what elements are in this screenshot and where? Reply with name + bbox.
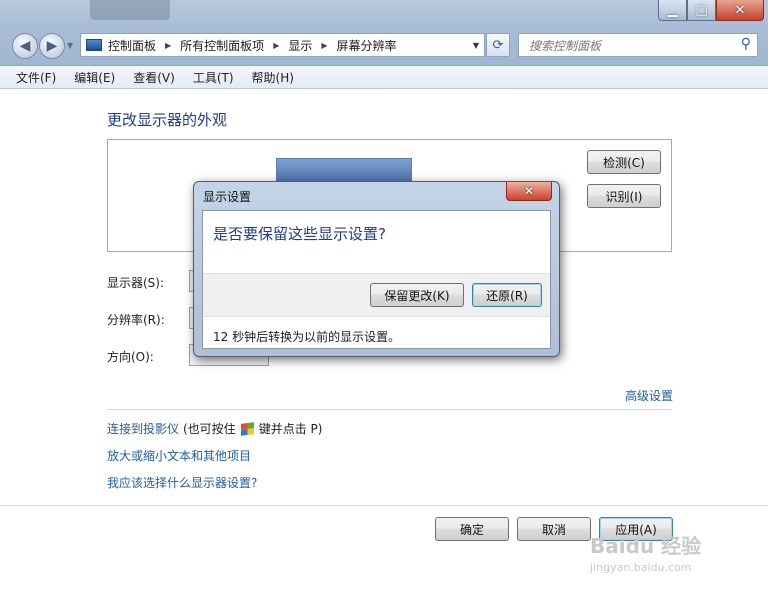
display-settings-dialog: 显示设置 ✕ 是否要保留这些显示设置? 保留更改(K) 还原(R) 12 秒钟后… <box>193 181 560 357</box>
page-title: 更改显示器的外观 <box>107 111 228 129</box>
caption-buttons: ▁ □ ✕ <box>658 0 764 21</box>
search-icon[interactable]: ⚲ <box>741 36 751 52</box>
dialog-close-button[interactable]: ✕ <box>506 182 552 201</box>
search-box[interactable]: ⚲ <box>518 33 758 57</box>
breadcrumb-all-items[interactable]: 所有控制面板项 <box>180 37 264 54</box>
control-panel-icon <box>86 39 102 51</box>
refresh-button[interactable]: ⟳ <box>486 33 510 57</box>
address-bar[interactable]: 控制面板 ▶ 所有控制面板项 ▶ 显示 ▶ 屏幕分辨率 ▼ <box>80 33 485 57</box>
divider <box>0 505 768 506</box>
windows-logo-icon <box>240 421 254 436</box>
menu-file[interactable]: 文件(F) <box>16 69 56 86</box>
resolution-label: 分辨率(R): <box>107 313 165 327</box>
minimize-button[interactable]: ▁ <box>658 0 687 21</box>
breadcrumb-separator-icon[interactable]: ▶ <box>273 41 279 50</box>
ok-button[interactable]: 确定 <box>435 517 509 541</box>
breadcrumb-separator-icon[interactable]: ▶ <box>165 41 171 50</box>
menu-tools[interactable]: 工具(T) <box>193 69 234 86</box>
dialog-question: 是否要保留这些显示设置? <box>213 225 386 243</box>
window-chrome: ▁ □ ✕ ◀ ▶ ▼ 控制面板 ▶ 所有控制面板项 ▶ 显示 ▶ 屏幕分辨率 … <box>0 0 768 66</box>
countdown-note: 12 秒钟后转换为以前的显示设置。 <box>213 330 401 344</box>
breadcrumb-separator-icon[interactable]: ▶ <box>321 41 327 50</box>
close-icon: ✕ <box>523 184 535 198</box>
projector-hint: (也可按住 键并点击 P) <box>183 420 322 437</box>
detect-button[interactable]: 检测(C) <box>587 150 661 174</box>
menu-edit[interactable]: 编辑(E) <box>74 69 115 86</box>
close-icon: ✕ <box>734 2 746 18</box>
back-arrow-icon: ◀ <box>19 38 31 54</box>
forward-button[interactable]: ▶ <box>39 33 65 59</box>
breadcrumb-display[interactable]: 显示 <box>288 37 312 54</box>
watermark-url: jingyan.baidu.com <box>590 561 692 574</box>
close-button[interactable]: ✕ <box>716 0 764 21</box>
dialog-title: 显示设置 <box>203 190 252 204</box>
divider <box>107 409 672 410</box>
connect-projector-link[interactable]: 连接到投影仪 <box>107 420 179 437</box>
forward-arrow-icon: ▶ <box>46 38 58 54</box>
title-area <box>90 0 170 20</box>
breadcrumb-screen-resolution[interactable]: 屏幕分辨率 <box>337 37 397 54</box>
display-label: 显示器(S): <box>107 276 165 290</box>
recent-pages-dropdown-icon[interactable]: ▼ <box>67 41 73 50</box>
text-size-link[interactable]: 放大或缩小文本和其他项目 <box>107 447 251 464</box>
orientation-label: 方向(O): <box>107 350 154 364</box>
maximize-button[interactable]: □ <box>687 0 716 21</box>
maximize-icon: □ <box>695 2 708 18</box>
dialog-button-area: 保留更改(K) 还原(R) <box>203 273 550 317</box>
breadcrumb-control-panel[interactable]: 控制面板 <box>108 37 156 54</box>
revert-button[interactable]: 还原(R) <box>472 283 542 307</box>
address-dropdown-icon[interactable]: ▼ <box>473 41 479 50</box>
cancel-button[interactable]: 取消 <box>517 517 591 541</box>
minimize-icon: ▁ <box>667 2 678 18</box>
advanced-settings-link[interactable]: 高级设置 <box>625 387 673 404</box>
menu-help[interactable]: 帮助(H) <box>252 69 294 86</box>
dialog-body: 是否要保留这些显示设置? 保留更改(K) 还原(R) 12 秒钟后转换为以前的显… <box>202 210 551 349</box>
menu-bar: 文件(F) 编辑(E) 查看(V) 工具(T) 帮助(H) <box>0 66 768 89</box>
which-settings-link[interactable]: 我应该选择什么显示器设置? <box>107 474 257 491</box>
refresh-icon: ⟳ <box>492 37 504 53</box>
watermark: Baidu 经验 jingyan.baidu.com <box>590 530 701 574</box>
search-input[interactable] <box>527 35 731 57</box>
watermark-logo-text: Baidu 经验 <box>590 534 702 558</box>
identify-button[interactable]: 识别(I) <box>587 184 661 208</box>
keep-changes-button[interactable]: 保留更改(K) <box>370 283 464 307</box>
menu-view[interactable]: 查看(V) <box>133 69 175 86</box>
back-button[interactable]: ◀ <box>12 33 38 59</box>
projector-hint-suffix: 键并点击 P) <box>258 422 323 436</box>
projector-hint-prefix: (也可按住 <box>183 422 236 436</box>
